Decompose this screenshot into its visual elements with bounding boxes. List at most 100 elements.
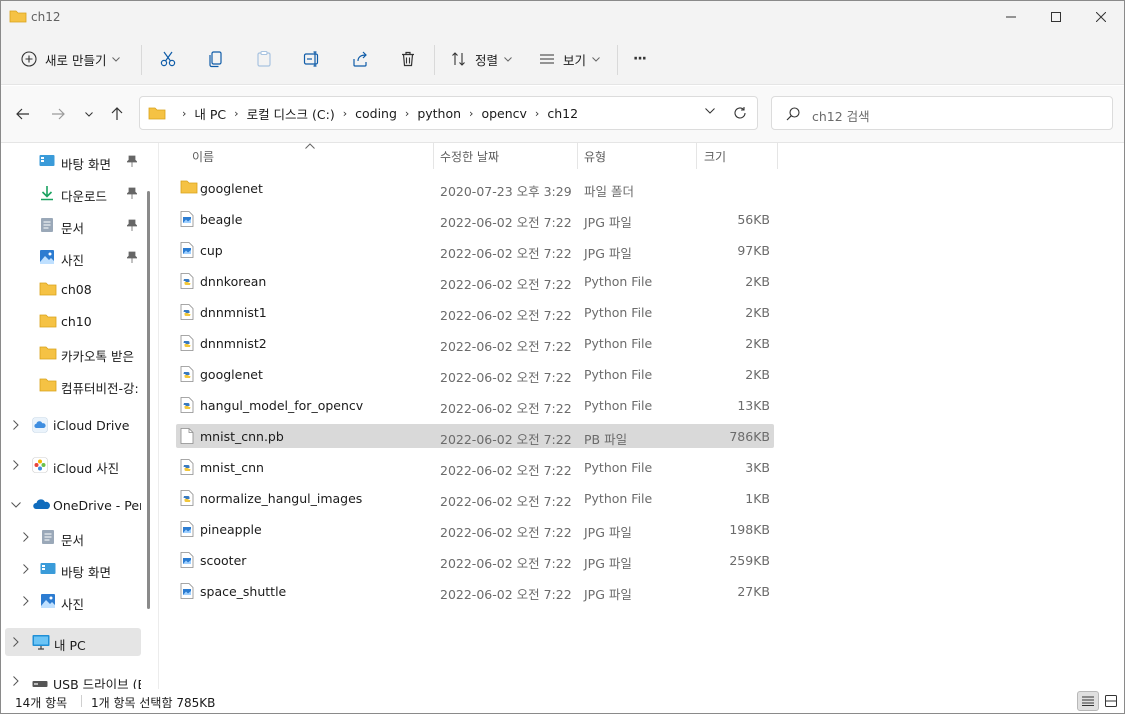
up-button[interactable] (105, 103, 129, 125)
column-header-date[interactable]: 수정한 날짜 (440, 143, 499, 169)
sidebar-item-label: 사진 (61, 253, 85, 268)
sidebar-item-downloads[interactable]: 다운로드 (1, 179, 141, 207)
title-bar[interactable]: ch12 (1, 1, 1124, 33)
sidebar-item-kakaotalk[interactable]: 카카오톡 받은 (1, 339, 141, 367)
chevron-right-icon[interactable] (23, 532, 29, 542)
paste-button[interactable] (255, 43, 273, 75)
sidebar-item-this-pc[interactable]: 내 PC (5, 628, 141, 656)
breadcrumb-item[interactable]: coding (355, 106, 397, 121)
sidebar-item-icloud-photos[interactable]: iCloud 사진 (1, 451, 141, 479)
column-header-size[interactable]: 크기 (704, 143, 726, 169)
close-button[interactable] (1078, 1, 1124, 33)
back-button[interactable] (11, 103, 35, 125)
share-icon (353, 51, 367, 67)
python-file-icon (180, 490, 196, 506)
file-row[interactable]: cup 2022-06-02 오전 7:22 JPG 파일 97KB (176, 238, 774, 262)
column-header-name[interactable]: 이름 (192, 143, 214, 169)
file-row[interactable]: googlenet 2020-07-23 오후 3:29 파일 폴더 (176, 176, 774, 200)
sidebar-item-pictures[interactable]: 사진 (1, 243, 141, 271)
usb-drive-icon (32, 677, 48, 689)
file-row[interactable]: beagle 2022-06-02 오전 7:22 JPG 파일 56KB (176, 207, 774, 231)
file-name: beagle (200, 212, 243, 227)
forward-button[interactable] (46, 103, 70, 125)
more-options-button[interactable]: ··· (633, 43, 647, 75)
sidebar-item-computer-vision[interactable]: 컴퓨터비전-강: (1, 371, 141, 399)
sidebar-item-onedrive[interactable]: OneDrive - Perso (1, 491, 141, 519)
file-row[interactable]: hangul_model_for_opencv 2022-06-02 오전 7:2… (176, 393, 774, 417)
chevron-right-icon[interactable] (23, 564, 29, 574)
refresh-icon[interactable] (733, 106, 747, 120)
file-name: googlenet (200, 367, 263, 382)
file-row[interactable]: normalize_hangul_images 2022-06-02 오전 7:2… (176, 486, 774, 510)
sidebar-item-onedrive-pictures[interactable]: 사진 (1, 587, 141, 615)
recent-locations-button[interactable] (77, 103, 101, 125)
arrow-right-icon (52, 108, 65, 120)
breadcrumb-item[interactable]: python (417, 106, 461, 121)
file-row[interactable]: dnnkorean 2022-06-02 오전 7:22 Python File 2K… (176, 269, 774, 293)
chevron-right-icon[interactable] (13, 637, 19, 647)
breadcrumb-item[interactable]: ch12 (547, 106, 578, 121)
search-input[interactable]: ch12 검색 (812, 106, 870, 125)
file-row[interactable]: dnnmnist1 2022-06-02 오전 7:22 Python File 2K… (176, 300, 774, 324)
file-row[interactable]: space_shuttle 2022-06-02 오전 7:22 JPG 파일 27K… (176, 579, 774, 603)
breadcrumb-item[interactable]: opencv (481, 106, 526, 121)
sort-button[interactable]: 정렬 (451, 43, 512, 75)
copy-button[interactable] (207, 43, 225, 75)
view-list-icon (540, 54, 554, 64)
column-divider[interactable] (777, 143, 778, 169)
file-row[interactable]: dnnmnist2 2022-06-02 오전 7:22 Python File 2K… (176, 331, 774, 355)
share-button[interactable] (351, 43, 369, 75)
chevron-right-icon[interactable] (13, 420, 19, 430)
chevron-right-icon[interactable] (13, 676, 19, 686)
pin-icon (127, 187, 137, 199)
column-header-label: 크기 (704, 149, 727, 164)
sidebar-item-usb-drive[interactable]: USB 드라이브 (E (1, 667, 141, 689)
view-button[interactable]: 보기 (539, 43, 600, 75)
delete-button[interactable] (399, 43, 417, 75)
sidebar-item-icloud-drive[interactable]: iCloud Drive (1, 411, 141, 439)
column-header-type[interactable]: 유형 (584, 143, 606, 169)
python-file-icon (180, 335, 196, 351)
sidebar-item-ch10[interactable]: ch10 (1, 307, 141, 335)
minimize-button[interactable] (988, 1, 1034, 33)
chevron-down-icon[interactable] (11, 502, 21, 508)
sidebar-item-ch08[interactable]: ch08 (1, 275, 141, 303)
column-divider[interactable] (696, 143, 697, 169)
file-size: 27KB (737, 584, 770, 599)
sidebar-item-documents[interactable]: 문서 (1, 211, 141, 239)
python-file-icon (180, 273, 196, 289)
chevron-down-icon[interactable] (705, 108, 715, 114)
file-date: 2022-06-02 오전 7:22 (440, 525, 572, 540)
chevron-right-icon[interactable] (13, 460, 19, 470)
navigation-scrollbar[interactable] (147, 191, 150, 609)
file-row[interactable]: mnist_cnn 2022-06-02 오전 7:22 Python File 3K… (176, 455, 774, 479)
sidebar-item-label: 문서 (61, 533, 85, 548)
folder-icon (39, 378, 57, 394)
file-row[interactable]: pineapple 2022-06-02 오전 7:22 JPG 파일 198KB (176, 517, 774, 541)
file-row[interactable]: mnist_cnn.pb 2022-06-02 오전 7:22 PB 파일 786KB (176, 424, 774, 448)
address-bar[interactable]: › 내 PC › 로컬 디스크 (C:) › coding › python ›… (139, 96, 758, 130)
column-divider[interactable] (433, 143, 434, 169)
cut-button[interactable] (159, 43, 177, 75)
this-pc-icon (32, 634, 50, 650)
rename-button[interactable] (303, 43, 321, 75)
file-type: JPG 파일 (584, 246, 632, 261)
maximize-button[interactable] (1033, 1, 1079, 33)
python-file-icon (180, 397, 196, 413)
file-row[interactable]: googlenet 2022-06-02 오전 7:22 Python File 2K… (176, 362, 774, 386)
sidebar-item-desktop[interactable]: 바탕 화면 (1, 147, 141, 175)
sidebar-item-onedrive-documents[interactable]: 문서 (1, 523, 141, 551)
file-date: 2022-06-02 오전 7:22 (440, 587, 572, 602)
details-view-button[interactable] (1077, 691, 1099, 711)
new-button[interactable]: 새로 만들기 (21, 43, 121, 75)
separator (617, 45, 618, 75)
chevron-right-icon[interactable] (23, 596, 29, 606)
search-box[interactable]: ch12 검색 (771, 96, 1113, 130)
breadcrumb-item[interactable]: 로컬 디스크 (C:) (247, 104, 335, 123)
file-row[interactable]: scooter 2022-06-02 오전 7:22 JPG 파일 259KB (176, 548, 774, 572)
column-divider[interactable] (577, 143, 578, 169)
tiles-view-button[interactable] (1100, 691, 1122, 711)
file-name: dnnkorean (200, 274, 267, 289)
breadcrumb-item[interactable]: 내 PC (194, 104, 226, 123)
sidebar-item-onedrive-desktop[interactable]: 바탕 화면 (1, 555, 141, 583)
